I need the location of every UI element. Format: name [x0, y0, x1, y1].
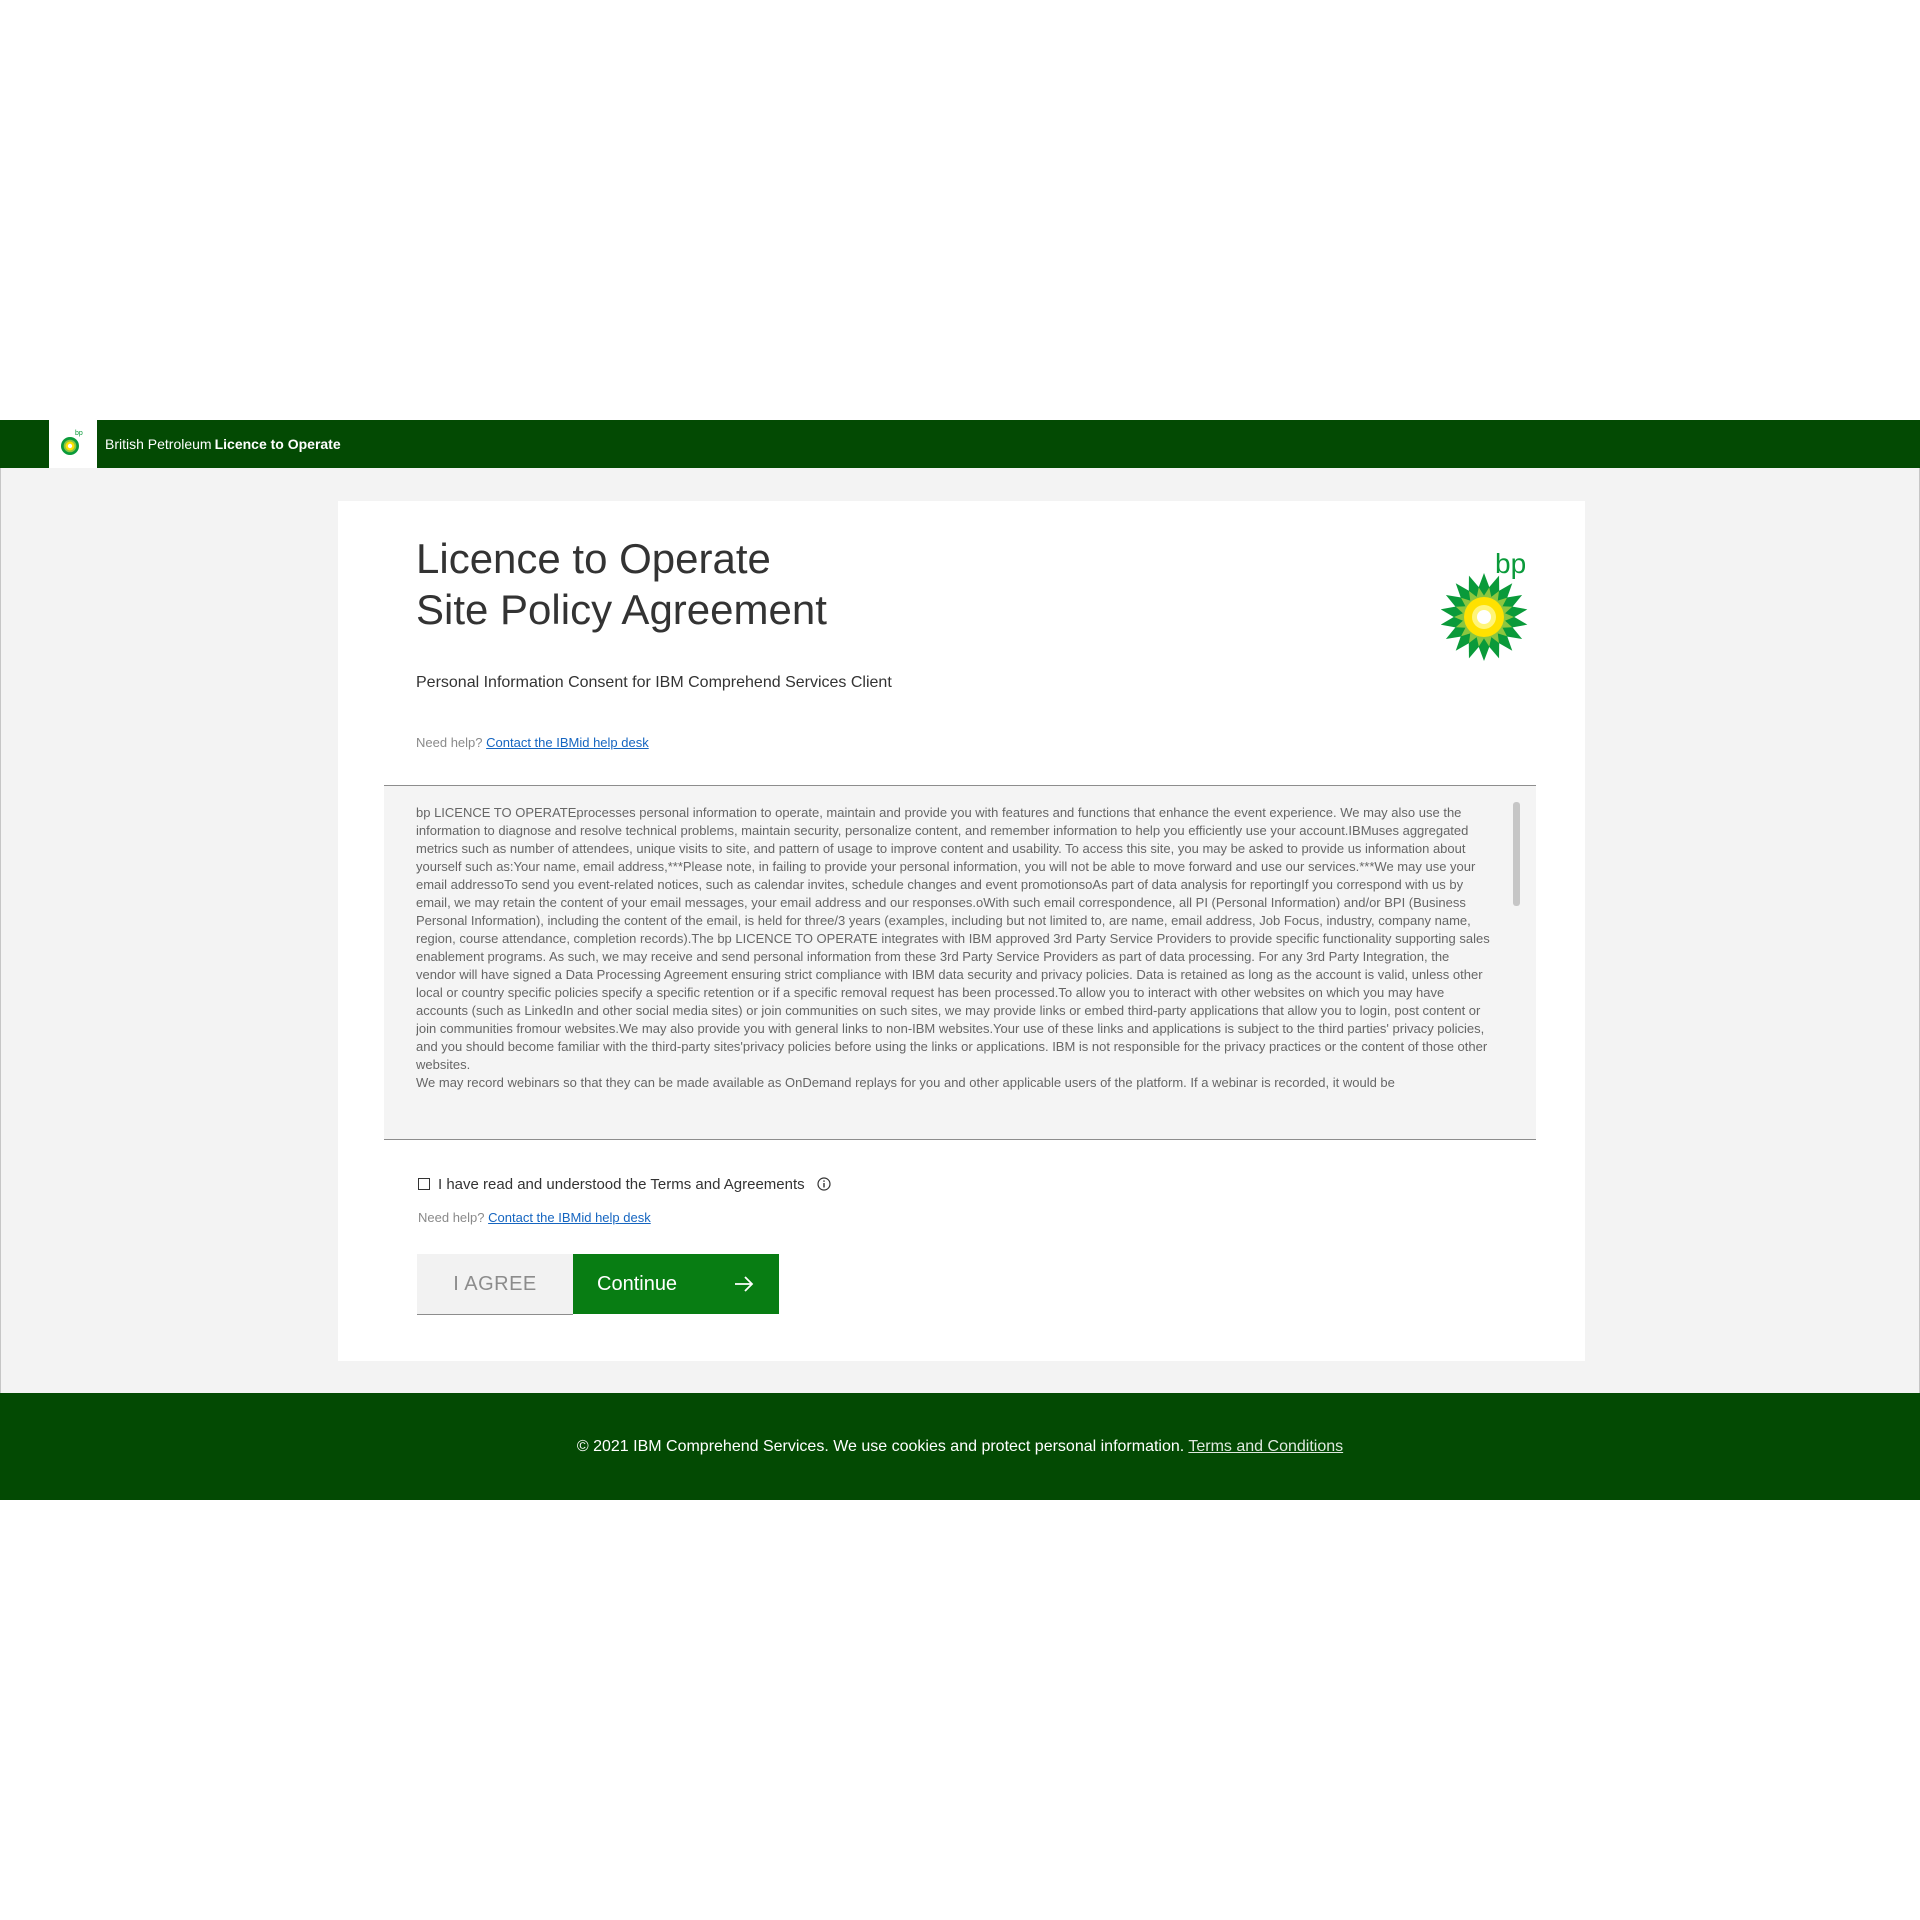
main-content: Licence to Operate Site Policy Agreement…: [0, 468, 1920, 1393]
page-title: Licence to Operate Site Policy Agreement: [416, 533, 827, 635]
bp-helios-icon: bp: [61, 430, 83, 455]
i-agree-button[interactable]: I AGREE: [417, 1254, 573, 1315]
bp-logo-small[interactable]: bp: [49, 420, 97, 468]
help-desk-link-bottom[interactable]: Contact the IBMid help desk: [488, 1210, 651, 1225]
app: bp British Petroleum Licence to Operate L…: [0, 420, 1920, 1500]
page-subtitle: Personal Information Consent for IBM Com…: [416, 674, 892, 691]
terms-and-conditions-link[interactable]: Terms and Conditions: [1188, 1438, 1343, 1455]
app-name: Licence to Operate: [214, 436, 341, 452]
checkbox-icon[interactable]: [418, 1178, 430, 1191]
terms-text: bp LICENCE TO OPERATEprocesses personal …: [416, 804, 1492, 1120]
terms-checkbox-row[interactable]: I have read and understood the Terms and…: [418, 1174, 831, 1196]
title-line-2: Site Policy Agreement: [416, 586, 827, 633]
terms-paragraph: bp LICENCE TO OPERATEprocesses personal …: [416, 805, 1490, 1072]
continue-label: Continue: [597, 1273, 678, 1295]
terms-paragraph: We may record webinars so that they can …: [416, 1075, 1395, 1090]
help-prefix: Need help?: [416, 735, 483, 750]
bp-logo-text: bp: [1495, 548, 1526, 579]
help-prefix: Need help?: [418, 1210, 485, 1225]
footer-text: © 2021 IBM Comprehend Services. We use c…: [576, 1438, 1185, 1455]
arrow-right-icon: [735, 1276, 754, 1292]
help-line: Need help? Contact the IBMid help desk: [416, 735, 649, 750]
policy-card: Licence to Operate Site Policy Agreement…: [338, 501, 1585, 1361]
bp-logo: bp: [1441, 548, 1528, 661]
brand-name: British Petroleum: [105, 436, 212, 452]
info-icon[interactable]: [817, 1177, 831, 1191]
app-title: British Petroleum Licence to Operate: [105, 420, 341, 468]
terms-checkbox-label[interactable]: I have read and understood the Terms and…: [438, 1176, 805, 1193]
top-navigation-bar: bp British Petroleum Licence to Operate: [0, 420, 1920, 468]
continue-button[interactable]: Continue: [573, 1254, 779, 1314]
terms-scrollbar[interactable]: [1513, 802, 1520, 906]
help-desk-link[interactable]: Contact the IBMid help desk: [486, 735, 649, 750]
svg-text:bp: bp: [75, 430, 83, 437]
terms-scroll-area[interactable]: bp LICENCE TO OPERATEprocesses personal …: [384, 785, 1536, 1140]
title-line-1: Licence to Operate: [416, 535, 771, 582]
help-line-bottom: Need help? Contact the IBMid help desk: [418, 1210, 651, 1225]
footer: © 2021 IBM Comprehend Services. We use c…: [0, 1393, 1920, 1500]
